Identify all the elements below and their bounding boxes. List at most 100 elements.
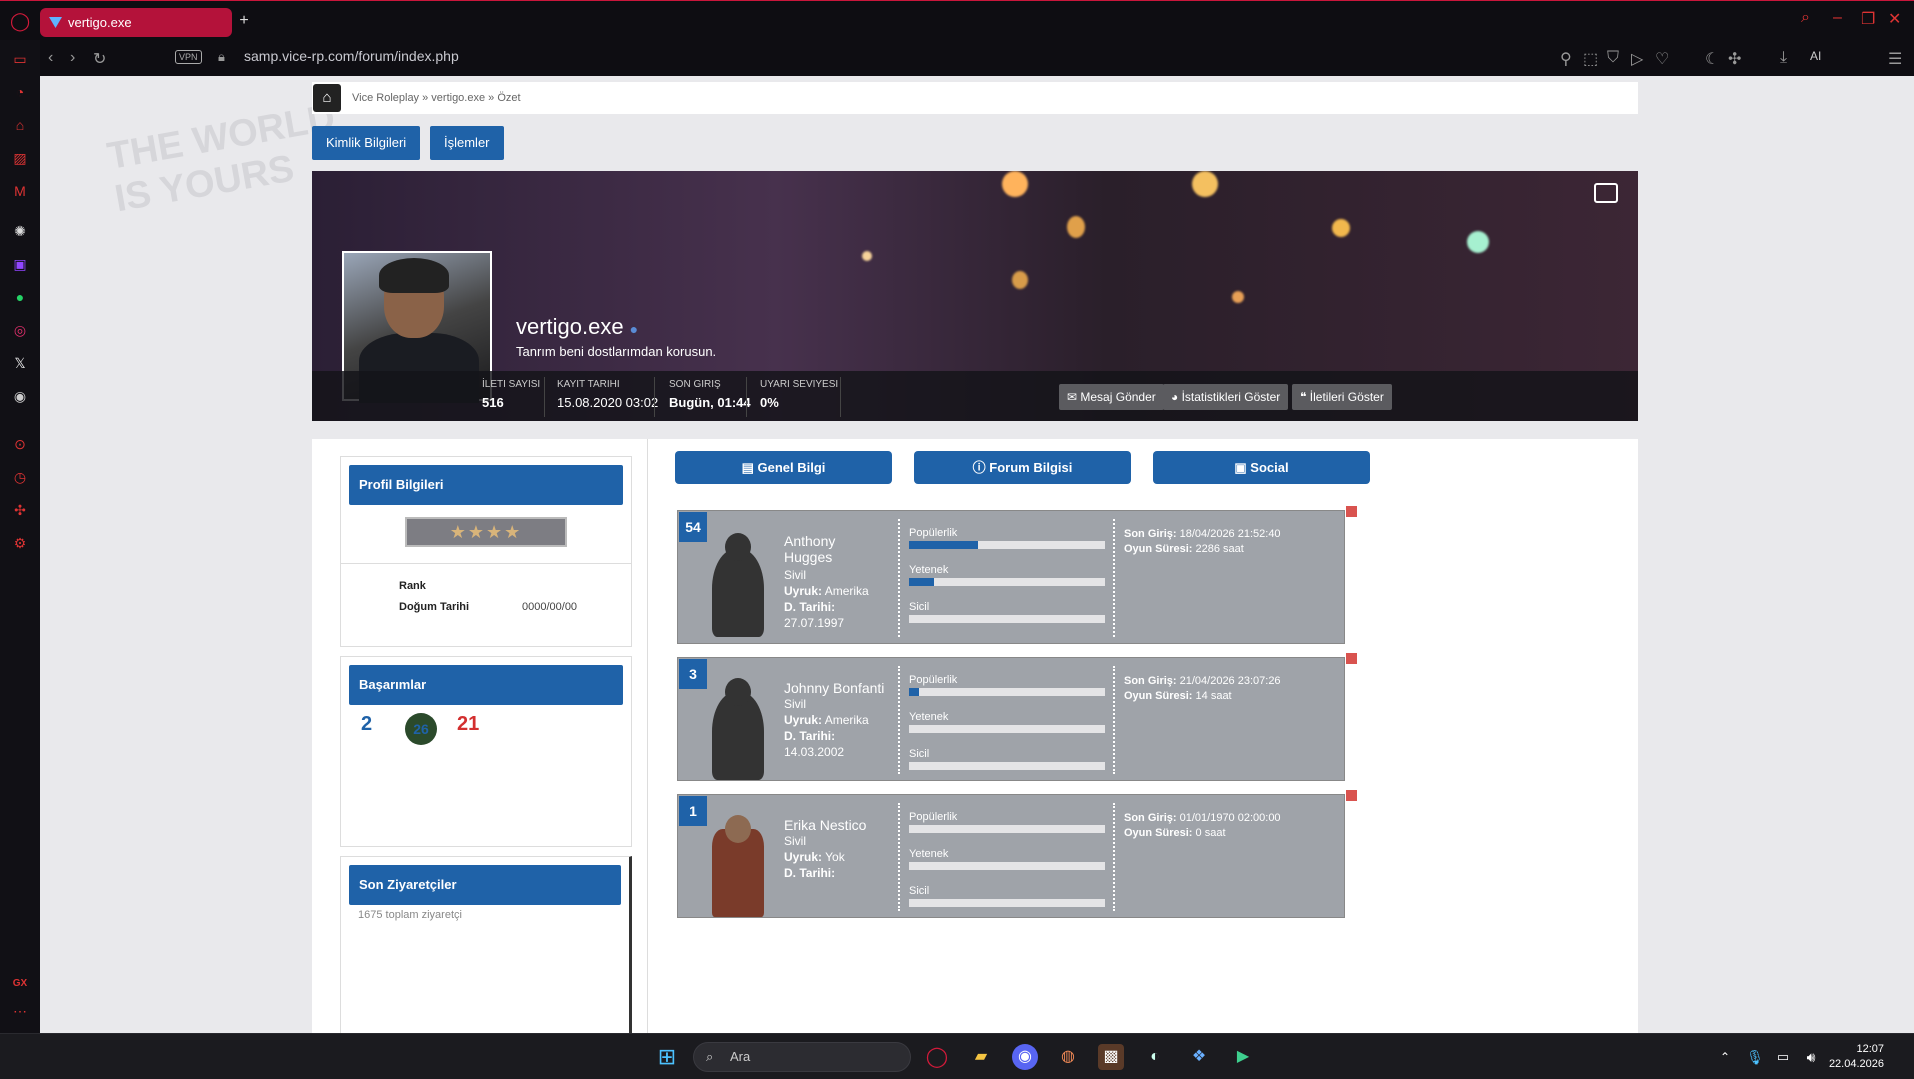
dark-mode-icon[interactable]: ☾ — [1705, 49, 1719, 69]
character-bars: Popülerlik Yetenek Sicil — [909, 811, 1105, 922]
stats-bar: İleti Sayısı 516 Kayıt Tarihi 15.08.2020… — [312, 371, 1638, 421]
tab-general-info[interactable]: ▤ Genel Bilgi — [675, 451, 892, 484]
character-info: Sivil Uyruk: Yok D. Tarihi: — [784, 834, 845, 880]
visitors-title: Son Ziyaretçiler — [349, 865, 621, 905]
history-icon[interactable]: ◷ — [11, 468, 29, 486]
editor-taskbar-icon[interactable]: ▶ — [1230, 1044, 1256, 1070]
heart-icon[interactable]: ♡ — [1655, 49, 1669, 69]
profile-banner: vertigo.exe ● Tanrım beni dostlarımdan ko… — [312, 171, 1638, 421]
lock-icon[interactable]: 🔒︎ — [218, 49, 225, 65]
forward-icon[interactable]: › — [70, 49, 75, 67]
home-icon[interactable]: ⌂ — [313, 84, 341, 112]
archive-icon: ▣ — [1234, 460, 1251, 475]
breadcrumb-text[interactable]: Vice Roleplay » vertigo.exe » Özet — [352, 82, 521, 114]
pin-icon[interactable]: ⚲ — [1560, 49, 1572, 69]
profile-username: vertigo.exe ● — [516, 314, 639, 339]
browser-tab[interactable]: vertigo.exe — [40, 8, 232, 37]
delete-character-icon[interactable] — [1346, 790, 1357, 801]
close-icon[interactable]: ✕ — [1888, 9, 1901, 29]
game-taskbar-icon[interactable]: ▩ — [1098, 1044, 1124, 1070]
achievement-badge-3[interactable]: 21 — [457, 713, 479, 736]
reload-icon[interactable]: ↻ — [93, 49, 106, 69]
opera-logo-icon[interactable]: ◯ — [10, 11, 30, 32]
delete-character-icon[interactable] — [1346, 506, 1357, 517]
search-icon: ⌕ — [706, 1049, 714, 1064]
tab-forum-info[interactable]: ⓘ Forum Bilgisi — [914, 451, 1131, 484]
search-tabs-icon[interactable]: ⌕ — [1801, 9, 1810, 27]
settings-icon[interactable]: ⚙ — [11, 534, 29, 552]
stat-posts: İleti Sayısı 516 — [482, 379, 541, 410]
character-info: Sivil Uyruk: Amerika D. Tarihi: 14.03.20… — [784, 697, 869, 759]
whatsapp-icon[interactable]: ● — [11, 288, 29, 306]
url-field[interactable]: samp.vice-rp.com/forum/index.php — [244, 48, 459, 64]
opera-taskbar-icon[interactable]: ◯ — [924, 1044, 950, 1070]
character-card[interactable]: 3 Johnny Bonfanti Sivil Uyruk: Amerika D… — [677, 657, 1345, 781]
snapshot-icon[interactable]: ⬚ — [1583, 49, 1598, 69]
file-explorer-icon[interactable]: ▰ — [968, 1044, 994, 1070]
tab-kimlik[interactable]: Kimlik Bilgileri — [312, 126, 421, 160]
gaming-icon[interactable]: ▭ — [11, 50, 29, 68]
windows-start-icon[interactable]: ⊞ — [654, 1044, 680, 1070]
skill-bar — [909, 725, 1105, 733]
skill-bar — [909, 578, 1105, 586]
restore-icon[interactable]: ❐ — [1861, 9, 1875, 29]
vpn-badge[interactable]: VPN — [175, 50, 202, 64]
send-message-button[interactable]: ✉ Mesaj Gönder — [1059, 384, 1164, 410]
steam-taskbar-icon[interactable]: ◐ — [1142, 1044, 1168, 1070]
extensions-icon[interactable]: ✣ — [1728, 49, 1741, 69]
twitch-icon[interactable]: ▣ — [11, 255, 29, 273]
popularity-bar — [909, 541, 1105, 549]
cleaner-icon[interactable]: ⌂ — [11, 116, 29, 134]
character-card[interactable]: 54 Anthony Hugges Sivil Uyruk: Amerika D… — [677, 510, 1345, 644]
mail-icon[interactable]: M — [11, 182, 29, 200]
app-taskbar-icon[interactable]: ❖ — [1186, 1044, 1212, 1070]
block-icon[interactable]: ▨ — [11, 149, 29, 167]
minimize-icon[interactable]: – — [1833, 9, 1842, 27]
network-icon[interactable]: ▭ — [1770, 1044, 1796, 1070]
instagram-icon[interactable]: ◎ — [11, 321, 29, 339]
clock[interactable]: 12:07 22.04.2026 — [1829, 1042, 1884, 1072]
new-tab-button[interactable]: + — [236, 13, 252, 30]
user-icon: ● — [629, 321, 639, 337]
tab-islemler[interactable]: İşlemler — [430, 126, 504, 160]
visitors-count: 1675 toplam ziyaretçi — [358, 909, 462, 921]
profile-tagline: Tanrım beni dostlarımdan korusun. — [516, 344, 717, 359]
more-icon[interactable]: ⋯ — [11, 1002, 29, 1020]
recorder-taskbar-icon[interactable]: ◍ — [1055, 1044, 1081, 1070]
change-cover-icon[interactable] — [1594, 183, 1618, 203]
back-icon[interactable]: ‹ — [48, 49, 53, 67]
character-login-info: Son Giriş: 21/04/2026 23:07:26 Oyun Süre… — [1124, 675, 1281, 702]
discord-icon[interactable]: ◉ — [11, 387, 29, 405]
ai-button[interactable]: AI — [1810, 49, 1821, 63]
popularity-bar — [909, 825, 1105, 833]
download-icon[interactable]: ⤓ — [1780, 49, 1787, 67]
play-icon[interactable]: ▷ — [1631, 49, 1643, 69]
discord-taskbar-icon[interactable]: ◉ — [1012, 1044, 1038, 1070]
show-posts-button[interactable]: ❝ İletileri Göster — [1292, 384, 1392, 410]
volume-icon[interactable]: 🔊︎ — [1798, 1044, 1824, 1070]
profile-main: Profil Bilgileri ★★★★ Rank Doğum Tarihi … — [312, 439, 1638, 1033]
tab-social[interactable]: ▣ Social — [1153, 451, 1370, 484]
dob-value: 0000/00/00 — [522, 601, 578, 613]
player-icon[interactable]: ⊙ — [11, 435, 29, 453]
x-icon[interactable]: 𝕏 — [11, 354, 29, 372]
character-name: Erika Nestico — [784, 817, 867, 833]
extensions-side-icon[interactable]: ✣ — [11, 501, 29, 519]
achievement-badge-2[interactable]: 26 — [405, 713, 437, 745]
menu-icon[interactable]: ☰ — [1888, 49, 1902, 69]
achievement-badge-1[interactable]: 2 — [361, 713, 372, 736]
stat-warning: Uyarı Seviyesi 0% — [760, 379, 839, 410]
character-number: 1 — [679, 796, 707, 826]
gx-logo[interactable]: GX — [11, 975, 29, 993]
delete-character-icon[interactable] — [1346, 653, 1357, 664]
chatgpt-icon[interactable]: ✺ — [11, 222, 29, 240]
tray-chevron-icon[interactable]: ⌃ — [1712, 1044, 1738, 1070]
speed-icon[interactable]: ◔ — [11, 83, 29, 101]
microphone-icon[interactable]: 🎙︎ — [1742, 1044, 1768, 1070]
show-stats-button[interactable]: ◕ İstatistikleri Göster — [1163, 384, 1289, 410]
character-card[interactable]: 1 Erika Nestico Sivil Uyruk: Yok D. Tari… — [677, 794, 1345, 918]
visitors-panel: Son Ziyaretçiler 1675 toplam ziyaretçi — [340, 856, 632, 1033]
character-bars: Popülerlik Yetenek Sicil — [909, 527, 1105, 638]
taskbar-search[interactable]: ⌕ Ara — [693, 1042, 911, 1072]
shield-icon[interactable]: ⛉ — [1607, 49, 1619, 67]
